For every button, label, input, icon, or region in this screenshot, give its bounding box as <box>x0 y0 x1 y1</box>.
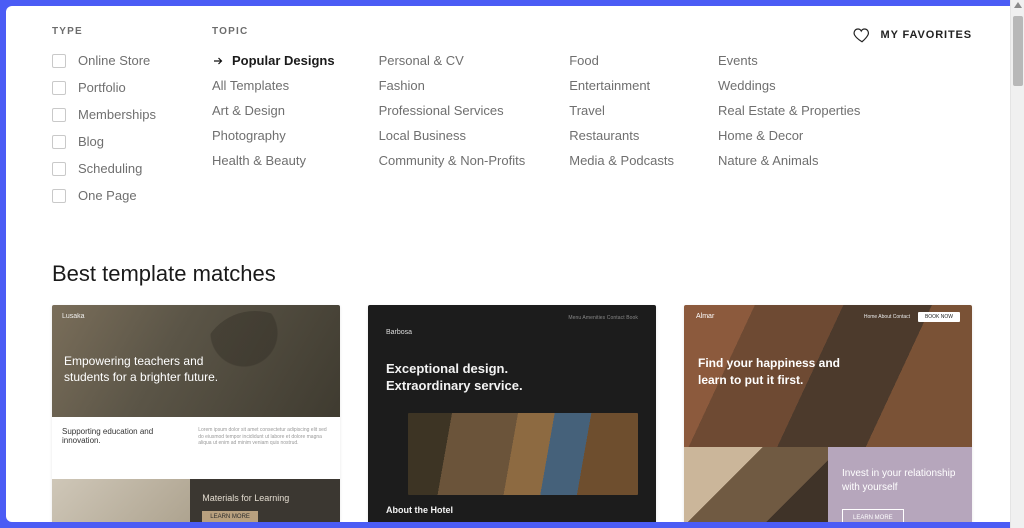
template-hero-text: Empowering teachers and students for a b… <box>64 353 224 385</box>
template-card-barbosa[interactable]: Barbosa Menu Amenities Contact Book Exce… <box>368 305 656 522</box>
type-memberships[interactable]: Memberships <box>52 107 212 122</box>
topic-photography[interactable]: Photography <box>212 128 335 143</box>
topic-health-beauty[interactable]: Health & Beauty <box>212 153 335 168</box>
type-portfolio[interactable]: Portfolio <box>52 80 212 95</box>
topic-personal-cv[interactable]: Personal & CV <box>379 53 526 68</box>
topic-travel[interactable]: Travel <box>569 103 674 118</box>
template-nav: Menu Amenities Contact Book <box>568 315 638 321</box>
template-section-title: Invest in your relationship with yoursel… <box>842 467 958 495</box>
topic-all-templates[interactable]: All Templates <box>212 78 335 93</box>
template-brand: Lusaka <box>62 313 85 320</box>
topic-local-business[interactable]: Local Business <box>379 128 526 143</box>
checkbox-icon[interactable] <box>52 189 66 203</box>
template-brand: Almar <box>696 313 714 320</box>
checkbox-icon[interactable] <box>52 108 66 122</box>
type-label: One Page <box>78 188 137 203</box>
topic-popular-designs[interactable]: Popular Designs <box>212 53 335 68</box>
type-one-page[interactable]: One Page <box>52 188 212 203</box>
template-subtext: Supporting education and innovation. <box>52 417 190 479</box>
learn-more-button[interactable]: LEARN MORE <box>202 511 258 522</box>
type-scheduling[interactable]: Scheduling <box>52 161 212 176</box>
arrow-right-icon <box>212 55 224 67</box>
my-favorites-button[interactable]: MY FAVORITES <box>853 26 972 44</box>
topic-art-design[interactable]: Art & Design <box>212 103 335 118</box>
scrollbar[interactable] <box>1010 0 1024 528</box>
template-hero-text: Extraordinary service. <box>386 378 638 395</box>
topic-food[interactable]: Food <box>569 53 674 68</box>
heart-icon <box>853 26 871 44</box>
checkbox-icon[interactable] <box>52 135 66 149</box>
topic-professional-services[interactable]: Professional Services <box>379 103 526 118</box>
topic-community-nonprofits[interactable]: Community & Non-Profits <box>379 153 526 168</box>
topic-media-podcasts[interactable]: Media & Podcasts <box>569 153 674 168</box>
template-section-title: About the Hotel <box>368 495 656 515</box>
topic-label: Popular Designs <box>232 53 335 68</box>
book-now-button[interactable]: BOOK NOW <box>918 312 960 322</box>
checkbox-icon[interactable] <box>52 54 66 68</box>
checkbox-icon[interactable] <box>52 162 66 176</box>
template-hero-text: Find your happiness and learn to put it … <box>698 355 848 389</box>
topic-fashion[interactable]: Fashion <box>379 78 526 93</box>
template-image <box>52 479 190 522</box>
topic-nature-animals[interactable]: Nature & Animals <box>718 153 860 168</box>
section-title: Best template matches <box>52 261 972 287</box>
type-header: TYPE <box>52 26 212 37</box>
type-label: Blog <box>78 134 104 149</box>
type-online-store[interactable]: Online Store <box>52 53 212 68</box>
template-nav: Home About Contact <box>864 314 910 320</box>
template-section-title: Materials for Learning <box>202 493 328 503</box>
topic-entertainment[interactable]: Entertainment <box>569 78 674 93</box>
type-label: Portfolio <box>78 80 126 95</box>
topic-header: TOPIC <box>212 26 860 37</box>
topic-restaurants[interactable]: Restaurants <box>569 128 674 143</box>
template-brand: Barbosa <box>386 329 412 336</box>
type-blog[interactable]: Blog <box>52 134 212 149</box>
checkbox-icon[interactable] <box>52 81 66 95</box>
template-image <box>684 447 828 522</box>
template-hero-text: Exceptional design. <box>386 361 638 378</box>
type-label: Memberships <box>78 107 156 122</box>
template-bodytext: Lorem ipsum dolor sit amet consectetur a… <box>190 417 340 479</box>
topic-weddings[interactable]: Weddings <box>718 78 860 93</box>
template-card-almar[interactable]: Almar Home About Contact BOOK NOW Find y… <box>684 305 972 522</box>
template-image <box>408 413 638 495</box>
type-label: Scheduling <box>78 161 142 176</box>
scrollbar-thumb[interactable] <box>1013 16 1023 86</box>
learn-more-button[interactable]: LEARN MORE <box>842 509 904 522</box>
type-label: Online Store <box>78 53 150 68</box>
topic-home-decor[interactable]: Home & Decor <box>718 128 860 143</box>
topic-events[interactable]: Events <box>718 53 860 68</box>
template-card-lusaka[interactable]: Lusaka Empowering teachers and students … <box>52 305 340 522</box>
template-cards: Lusaka Empowering teachers and students … <box>52 305 972 522</box>
scroll-up-icon[interactable] <box>1014 2 1022 8</box>
favorites-label: MY FAVORITES <box>881 29 972 41</box>
topic-real-estate[interactable]: Real Estate & Properties <box>718 103 860 118</box>
